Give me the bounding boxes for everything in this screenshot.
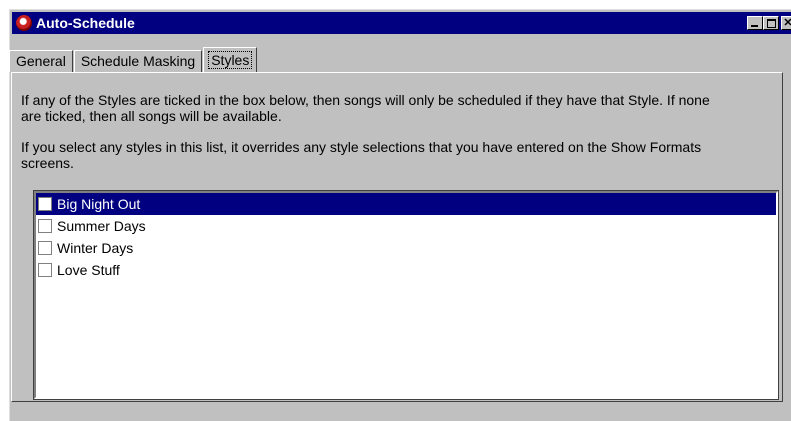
tab-styles[interactable]: Styles [203, 47, 258, 73]
close-button[interactable]: ✕ [781, 16, 791, 30]
style-label: Winter Days [57, 240, 134, 256]
styles-description: If any of the Styles are ticked in the b… [21, 92, 710, 124]
style-checkbox[interactable] [38, 263, 52, 277]
style-label: Big Night Out [57, 196, 141, 212]
style-checkbox[interactable] [38, 241, 52, 255]
tab-styles-label: Styles [208, 51, 253, 69]
style-label: Summer Days [57, 218, 146, 234]
styles-listbox[interactable]: Big Night Out Summer Days Winter Days Lo… [33, 190, 779, 400]
style-checkbox[interactable] [38, 197, 52, 211]
style-item-love-stuff[interactable]: Love Stuff [36, 259, 776, 281]
tab-schedule-masking[interactable]: Schedule Masking [73, 50, 203, 72]
tab-strip: General Schedule Masking Styles [9, 47, 258, 73]
title-bar[interactable]: Auto-Schedule ✕ [12, 12, 791, 34]
style-item-big-night-out[interactable]: Big Night Out [36, 193, 776, 215]
minimize-button[interactable] [747, 16, 763, 30]
style-checkbox[interactable] [38, 219, 52, 233]
app-icon[interactable] [16, 15, 32, 31]
maximize-button[interactable] [763, 16, 779, 30]
window-title: Auto-Schedule [36, 15, 135, 31]
styles-override-note: If you select any styles in this list, i… [21, 139, 702, 171]
style-item-summer-days[interactable]: Summer Days [36, 215, 776, 237]
style-item-winter-days[interactable]: Winter Days [36, 237, 776, 259]
tab-general[interactable]: General [9, 50, 73, 72]
style-label: Love Stuff [57, 262, 120, 278]
